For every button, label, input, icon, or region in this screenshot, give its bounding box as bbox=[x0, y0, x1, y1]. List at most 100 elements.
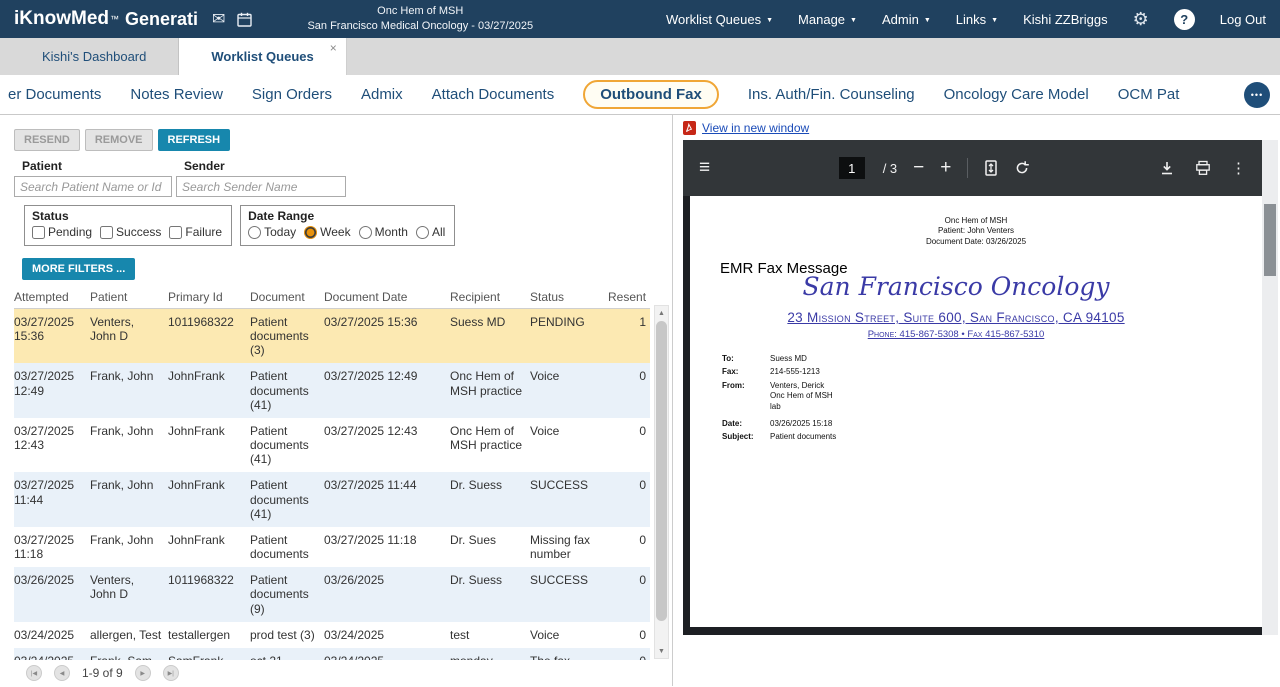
app-root: iKnowMed™ Generati ✉ Onc Hem of MSH San … bbox=[0, 0, 1280, 687]
daterange-option-all[interactable]: All bbox=[416, 225, 445, 239]
zoom-in-button[interactable]: + bbox=[940, 157, 951, 179]
view-in-new-window-link[interactable]: View in new window bbox=[702, 121, 809, 135]
patient-search-input[interactable] bbox=[14, 176, 172, 197]
next-page-button[interactable]: ▶ bbox=[135, 665, 151, 681]
fax-row[interactable]: 03/24/2025allergen, Testtestallergenprod… bbox=[14, 622, 650, 648]
daterange-radio-all[interactable] bbox=[416, 226, 429, 239]
status-option-pending[interactable]: Pending bbox=[32, 225, 92, 239]
scrollbar-thumb[interactable] bbox=[656, 321, 667, 621]
scroll-down-icon[interactable]: ▼ bbox=[655, 644, 668, 658]
nav-manage[interactable]: Manage▼ bbox=[798, 12, 857, 27]
fax-cell-resent: 1 bbox=[608, 309, 650, 363]
menu-icon[interactable]: ≡ bbox=[699, 157, 710, 179]
column-header-status: Status bbox=[530, 290, 608, 304]
practice-address: 23 Mission Street, Suite 600, San Franci… bbox=[690, 310, 1222, 325]
brand-suffix: Generati bbox=[125, 9, 198, 30]
daterange-option-label: Week bbox=[320, 225, 350, 239]
fax-row[interactable]: 03/26/2025Venters, John D1011968322Patie… bbox=[14, 567, 650, 621]
fax-doc-patient: Patient: John Venters bbox=[690, 226, 1262, 236]
resend-button[interactable]: RESEND bbox=[14, 129, 80, 151]
fax-cell-recipient: Onc Hem of MSH practice bbox=[450, 418, 530, 472]
pdf-scrollbar[interactable] bbox=[1262, 140, 1278, 635]
fax-cell-document_date: 03/27/2025 11:18 bbox=[324, 527, 450, 567]
subnav-deliver-documents[interactable]: er Documents bbox=[8, 86, 101, 103]
mail-icon[interactable]: ✉ bbox=[212, 9, 225, 29]
remove-button[interactable]: REMOVE bbox=[85, 129, 153, 151]
fax-cell-attempted: 03/27/2025 11:18 bbox=[14, 527, 90, 567]
close-icon[interactable]: × bbox=[330, 41, 337, 55]
fax-cell-resent: 0 bbox=[608, 363, 650, 417]
fax-cell-primary_id: testallergen bbox=[168, 622, 250, 648]
patient-search-label: Patient bbox=[14, 159, 172, 173]
calendar-icon[interactable] bbox=[237, 12, 252, 27]
tab-worklist-queues[interactable]: Worklist Queues × bbox=[179, 38, 346, 75]
fax-cell-status: Voice bbox=[530, 363, 608, 417]
fax-cell-document: Patient documents (3) bbox=[250, 309, 324, 363]
subnav-sign-orders[interactable]: Sign Orders bbox=[252, 86, 332, 103]
fax-table-scrollbar[interactable]: ▲ ▼ bbox=[654, 305, 669, 659]
daterange-option-month[interactable]: Month bbox=[359, 225, 408, 239]
status-option-success[interactable]: Success bbox=[100, 225, 161, 239]
logout-button[interactable]: Log Out bbox=[1220, 12, 1266, 27]
fax-cell-document: Patient documents (9) bbox=[250, 567, 324, 621]
sender-search-input[interactable] bbox=[176, 176, 346, 197]
daterange-filter-group: Date Range TodayWeekMonthAll bbox=[240, 205, 455, 246]
more-options-icon[interactable]: ⋮ bbox=[1231, 159, 1246, 177]
fax-doc-practice: Onc Hem of MSH bbox=[690, 216, 1262, 226]
pdf-scrollbar-thumb[interactable] bbox=[1264, 204, 1276, 276]
fax-row[interactable]: 03/27/2025 11:18Frank, JohnJohnFrankPati… bbox=[14, 527, 650, 567]
fax-row[interactable]: 03/27/2025 15:36Venters, John D101196832… bbox=[14, 309, 650, 363]
daterange-option-week[interactable]: Week bbox=[304, 225, 350, 239]
subnav-attach-documents[interactable]: Attach Documents bbox=[432, 86, 555, 103]
status-option-failure[interactable]: Failure bbox=[169, 225, 222, 239]
daterange-option-today[interactable]: Today bbox=[248, 225, 296, 239]
daterange-radio-today[interactable] bbox=[248, 226, 261, 239]
subnav-oncology-care-model[interactable]: Oncology Care Model bbox=[944, 86, 1089, 103]
status-checkbox-success[interactable] bbox=[100, 226, 113, 239]
first-page-button[interactable]: |◀ bbox=[26, 665, 42, 681]
tab-dashboard[interactable]: Kishi's Dashboard bbox=[10, 38, 179, 75]
fax-panel: RESEND REMOVE REFRESH Patient Sender Sta… bbox=[0, 115, 673, 686]
subnav-outbound-fax[interactable]: Outbound Fax bbox=[583, 80, 719, 109]
fax-cell-recipient: Onc Hem of MSH practice bbox=[450, 363, 530, 417]
subnav-notes-review[interactable]: Notes Review bbox=[130, 86, 223, 103]
caret-down-icon: ▼ bbox=[766, 17, 773, 24]
print-icon[interactable] bbox=[1195, 160, 1211, 176]
fit-page-button[interactable] bbox=[984, 160, 998, 176]
nav-admin[interactable]: Admin▼ bbox=[882, 12, 931, 27]
zoom-out-button[interactable]: − bbox=[913, 157, 924, 179]
caret-down-icon: ▼ bbox=[850, 17, 857, 24]
daterange-radio-week[interactable] bbox=[304, 226, 317, 239]
more-filters-button[interactable]: MORE FILTERS ... bbox=[22, 258, 135, 280]
fax-cell-resent: 0 bbox=[608, 472, 650, 526]
nav-worklist-queues[interactable]: Worklist Queues▼ bbox=[666, 12, 773, 27]
subnav-ocm-patients[interactable]: OCM Pat bbox=[1118, 86, 1180, 103]
main-area: RESEND REMOVE REFRESH Patient Sender Sta… bbox=[0, 115, 1280, 686]
nav-links[interactable]: Links▼ bbox=[956, 12, 998, 27]
help-icon[interactable]: ? bbox=[1174, 9, 1195, 30]
subnav-ins-auth-fin-counseling[interactable]: Ins. Auth/Fin. Counseling bbox=[748, 86, 915, 103]
more-tabs-button[interactable]: ••• bbox=[1244, 82, 1270, 108]
download-icon[interactable] bbox=[1159, 160, 1175, 176]
subnav-admix[interactable]: Admix bbox=[361, 86, 403, 103]
user-name[interactable]: Kishi ZZBriggs bbox=[1023, 12, 1108, 27]
daterange-radio-month[interactable] bbox=[359, 226, 372, 239]
page-number-input[interactable]: 1 bbox=[839, 157, 865, 179]
last-page-button[interactable]: ▶| bbox=[163, 665, 179, 681]
fax-cell-resent: 0 bbox=[608, 567, 650, 621]
fax-field-label: To: bbox=[722, 354, 770, 364]
fax-row[interactable]: 03/27/2025 12:49Frank, JohnJohnFrankPati… bbox=[14, 363, 650, 417]
gear-icon[interactable]: ⚙ bbox=[1133, 9, 1149, 30]
fax-cell-recipient: Dr. Suess bbox=[450, 567, 530, 621]
status-checkbox-pending[interactable] bbox=[32, 226, 45, 239]
daterange-options: Today Week Month All bbox=[248, 225, 445, 239]
fax-cell-recipient: test bbox=[450, 622, 530, 648]
fax-row[interactable]: 03/27/2025 11:44Frank, JohnJohnFrankPati… bbox=[14, 472, 650, 526]
filter-groups: Status PendingSuccessFailure Date Range … bbox=[24, 205, 672, 246]
rotate-button[interactable] bbox=[1014, 160, 1030, 176]
status-checkbox-failure[interactable] bbox=[169, 226, 182, 239]
prev-page-button[interactable]: ◀ bbox=[54, 665, 70, 681]
refresh-button[interactable]: REFRESH bbox=[158, 129, 231, 151]
scroll-up-icon[interactable]: ▲ bbox=[655, 306, 668, 320]
fax-row[interactable]: 03/27/2025 12:43Frank, JohnJohnFrankPati… bbox=[14, 418, 650, 472]
